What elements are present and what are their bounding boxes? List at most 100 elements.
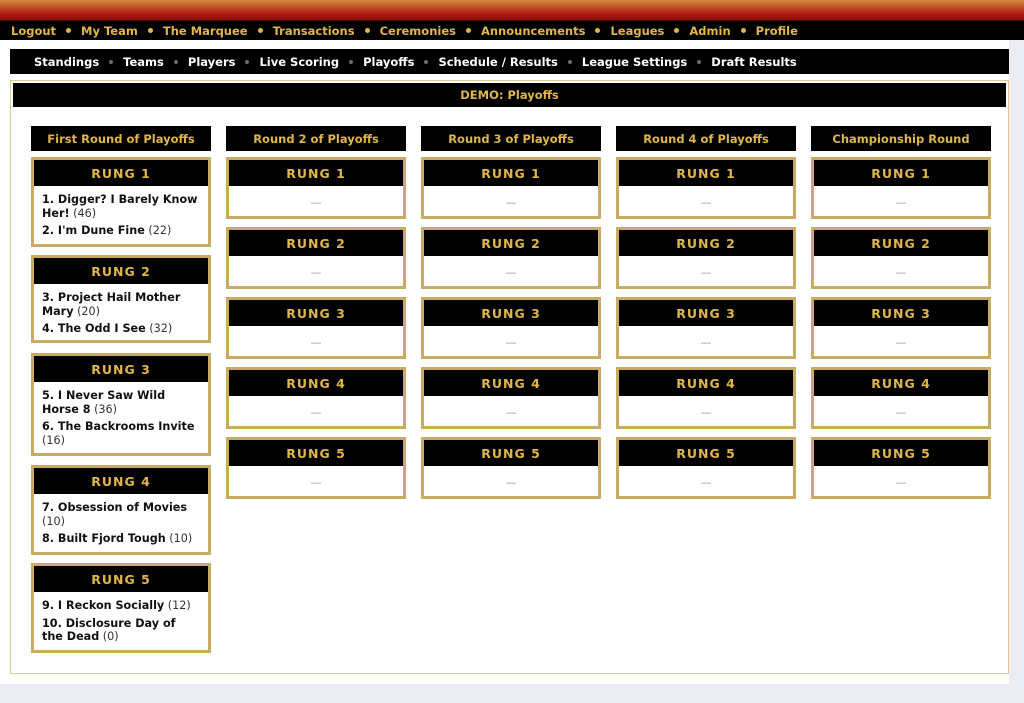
empty-matchup-placeholder: — [700, 405, 712, 419]
rung-header: RUNG 4 [619, 370, 793, 396]
top-bar: Logout My Team The Marquee Transactions Cere… [0, 0, 1024, 40]
round-header: Championship Round [811, 126, 991, 151]
subnav-link-live-scoring[interactable]: Live Scoring [259, 55, 339, 69]
team-name[interactable]: 9. I Reckon Socially [42, 599, 164, 612]
team-entry: 6. The Backrooms Invite (16) [42, 420, 200, 447]
team-score: (10) [169, 532, 193, 545]
team-score: (32) [149, 322, 173, 335]
empty-matchup-placeholder: — [505, 405, 517, 419]
team-entry: 2. I'm Dune Fine (22) [42, 224, 200, 238]
rung-1-box: RUNG 1 — [616, 157, 796, 219]
subnav-separator-dot [567, 59, 572, 64]
round-column-2: Round 2 of Playoffs RUNG 1 — RUNG 2 — RUNG 3 —… [226, 126, 406, 666]
nav-separator-dot [674, 28, 680, 33]
nav-link-announcements[interactable]: Announcements [481, 24, 585, 38]
team-entry: 8. Built Fjord Tough (10) [42, 532, 200, 546]
subnav-link-league-settings[interactable]: League Settings [582, 55, 687, 69]
rung-2-box: RUNG 2 — [616, 227, 796, 289]
league-subnav: Standings Teams Players Live Scoring Playoff… [10, 49, 1009, 74]
rung-header: RUNG 1 [619, 160, 793, 186]
empty-matchup-placeholder: — [505, 475, 517, 489]
rung-3-box: RUNG 3 5. I Never Saw Wild Horse 8 (36) 6.… [31, 353, 211, 456]
team-score: (16) [42, 433, 65, 447]
nav-link-leagues[interactable]: Leagues [610, 24, 664, 38]
team-name[interactable]: 3. Project Hail Mother Mary [42, 291, 180, 318]
team-name[interactable]: 2. I'm Dune Fine [42, 224, 145, 237]
rung-2-box: RUNG 2 — [811, 227, 991, 289]
rung-header: RUNG 2 [34, 258, 208, 284]
rung-4-box: RUNG 4 — [226, 367, 406, 429]
team-name[interactable]: 1. Digger? I Barely Know Her! [42, 193, 197, 220]
subnav-link-teams[interactable]: Teams [123, 55, 164, 69]
team-entry: 7. Obsession of Movies (10) [42, 501, 200, 528]
rung-header: RUNG 1 [814, 160, 988, 186]
matchup: 7. Obsession of Movies (10) 8. Built Fjor… [34, 494, 208, 553]
team-score: (10) [42, 514, 65, 528]
rung-1-box: RUNG 1 1. Digger? I Barely Know Her! (46)… [31, 157, 211, 247]
rung-header: RUNG 3 [619, 300, 793, 326]
empty-matchup-placeholder: — [505, 335, 517, 349]
empty-matchup-placeholder: — [310, 265, 322, 279]
subnav-separator-dot [109, 59, 114, 64]
empty-matchup-placeholder: — [895, 335, 907, 349]
rung-5-box: RUNG 5 — [811, 437, 991, 499]
nav-separator-dot [595, 28, 601, 33]
rung-header: RUNG 5 [229, 440, 403, 466]
rung-2-box: RUNG 2 — [421, 227, 601, 289]
empty-matchup-placeholder: — [895, 405, 907, 419]
nav-link-transactions[interactable]: Transactions [273, 24, 355, 38]
rung-5-box: RUNG 5 — [616, 437, 796, 499]
subnav-link-draft-results[interactable]: Draft Results [711, 55, 796, 69]
rung-header: RUNG 4 [34, 468, 208, 494]
rung-header: RUNG 4 [229, 370, 403, 396]
rung-1-box: RUNG 1 — [421, 157, 601, 219]
team-name[interactable]: 4. The Odd I See [42, 322, 146, 335]
empty-matchup-placeholder: — [700, 335, 712, 349]
rung-header: RUNG 3 [424, 300, 598, 326]
rung-2-box: RUNG 2 3. Project Hail Mother Mary (20) 4.… [31, 255, 211, 343]
nav-link-logout[interactable]: Logout [11, 24, 56, 38]
team-score: (22) [148, 224, 172, 237]
nav-link-profile[interactable]: Profile [756, 24, 798, 38]
rung-5-box: RUNG 5 9. I Reckon Socially (12) 10. Discl… [31, 563, 211, 653]
nav-link-admin[interactable]: Admin [689, 24, 730, 38]
team-entry: 9. I Reckon Socially (12) [42, 599, 200, 613]
nav-separator-dot [465, 28, 471, 33]
rung-1-box: RUNG 1 — [226, 157, 406, 219]
matchup: 1. Digger? I Barely Know Her! (46) 2. I'm… [34, 186, 208, 245]
rung-header: RUNG 1 [34, 160, 208, 186]
team-name[interactable]: 8. Built Fjord Tough [42, 532, 166, 545]
subnav-link-standings[interactable]: Standings [34, 55, 99, 69]
round-column-5: Championship Round RUNG 1— RUNG 2— RUNG 3— R… [811, 126, 991, 666]
rung-4-box: RUNG 4 — [616, 367, 796, 429]
nav-link-my-team[interactable]: My Team [81, 24, 138, 38]
playoffs-panel: DEMO: Playoffs First Round of Playoffs RU… [10, 80, 1009, 674]
empty-matchup-placeholder: — [505, 265, 517, 279]
nav-separator-dot [66, 28, 72, 33]
subnav-link-playoffs[interactable]: Playoffs [363, 55, 414, 69]
rung-3-box: RUNG 3 — [616, 297, 796, 359]
nav-link-the-marquee[interactable]: The Marquee [163, 24, 248, 38]
round-column-4: Round 4 of Playoffs RUNG 1 — RUNG 2 — RUNG 3 —… [616, 126, 796, 666]
team-entry: 4. The Odd I See (32) [42, 322, 200, 336]
subnav-separator-dot [697, 59, 702, 64]
empty-matchup-placeholder: — [895, 265, 907, 279]
subnav-link-players[interactable]: Players [188, 55, 236, 69]
rung-5-box: RUNG 5 — [421, 437, 601, 499]
rung-header: RUNG 1 [229, 160, 403, 186]
rung-header: RUNG 2 [229, 230, 403, 256]
team-name[interactable]: 7. Obsession of Movies [42, 501, 187, 514]
rung-header: RUNG 4 [814, 370, 988, 396]
rung-header: RUNG 5 [814, 440, 988, 466]
subnav-separator-dot [424, 59, 429, 64]
round-header: First Round of Playoffs [31, 126, 211, 151]
empty-matchup-placeholder: — [700, 475, 712, 489]
subnav-link-schedule-results[interactable]: Schedule / Results [438, 55, 557, 69]
nav-link-ceremonies[interactable]: Ceremonies [380, 24, 456, 38]
page-title: DEMO: Playoffs [13, 83, 1006, 107]
rung-header: RUNG 3 [34, 356, 208, 382]
empty-matchup-placeholder: — [310, 195, 322, 209]
team-score: (36) [94, 402, 118, 416]
team-name[interactable]: 6. The Backrooms Invite [42, 420, 194, 433]
nav-separator-dot [257, 28, 263, 33]
